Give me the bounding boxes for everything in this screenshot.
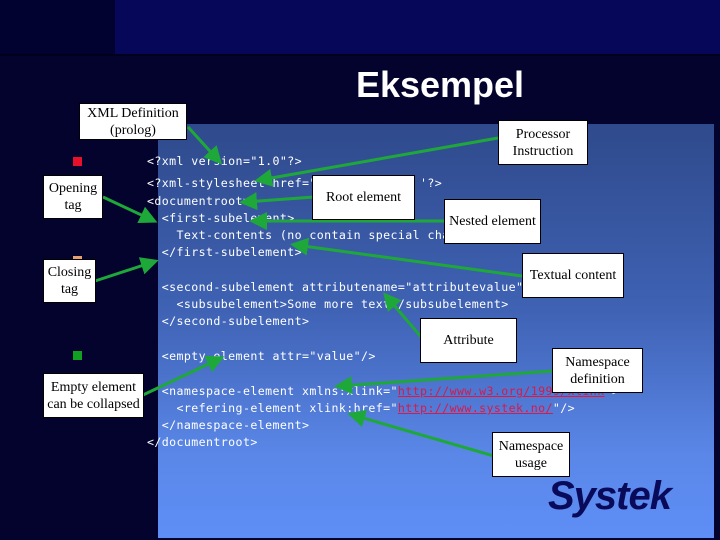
code-line-stylesheet: <?xml-stylesheet href=" [147,176,317,190]
callout-opening-tag: Opening tag [43,175,103,219]
header-band [115,0,720,54]
header-divider [0,54,720,56]
code-line-namespace-open: <namespace-element xmlns:xlink="http://w… [147,384,619,398]
code-line-subsub: <subsubelement>Some more text</subsubele… [147,297,509,311]
callout-empty-element: Empty element can be collapsed [43,373,144,418]
code-text: "/> [552,401,576,415]
code-line-second-open: <second-subelement attributename="attrib… [147,280,531,294]
code-line-root-open: <documentroot> [147,194,251,208]
code-line-xml-decl: <?xml version="1.0"?> [147,154,302,168]
callout-namespace-usage: Namespace usage [492,432,570,477]
code-line-namespace-close: </namespace-element> [147,418,310,432]
bullet-red [73,157,82,166]
systek-logo: Systek [548,474,672,518]
header-band-left [0,0,115,54]
code-text: <namespace-element xmlns:xlink=" [147,384,398,398]
code-line-root-close: </documentroot> [147,435,258,449]
callout-textual-content: Textual content [522,253,624,298]
code-line-text-contents: Text-contents (no contain special char [147,228,457,242]
code-line-first-open: <first-subelement> [147,211,295,225]
systek-link[interactable]: http://www.systek.no/ [398,401,553,415]
callout-attribute: Attribute [420,318,517,363]
code-line-empty-element: <empty-element attr="value"/> [147,349,376,363]
bullet-green [73,351,82,360]
arrow-opening [102,195,158,224]
code-line-second-close: </second-subelement> [147,314,310,328]
callout-namespace-definition: Namespace definition [552,348,643,393]
callout-processor-instruction: Processor Instruction [498,120,588,165]
code-line-refering: <refering-element xlink:href="http://www… [147,401,575,415]
code-line-stylesheet-end: '?> [420,176,443,190]
slide-title: Eksempel [355,64,525,105]
callout-root-element: Root element [312,175,415,220]
code-text: <refering-element xlink:href=" [147,401,398,415]
callout-nested-element: Nested element [444,199,541,244]
arrow-closing [94,257,159,283]
callout-xml-definition: XML Definition (prolog) [79,103,187,140]
callout-closing-tag: Closing tag [43,259,96,303]
code-line-first-close: </first-subelement> [147,245,302,259]
